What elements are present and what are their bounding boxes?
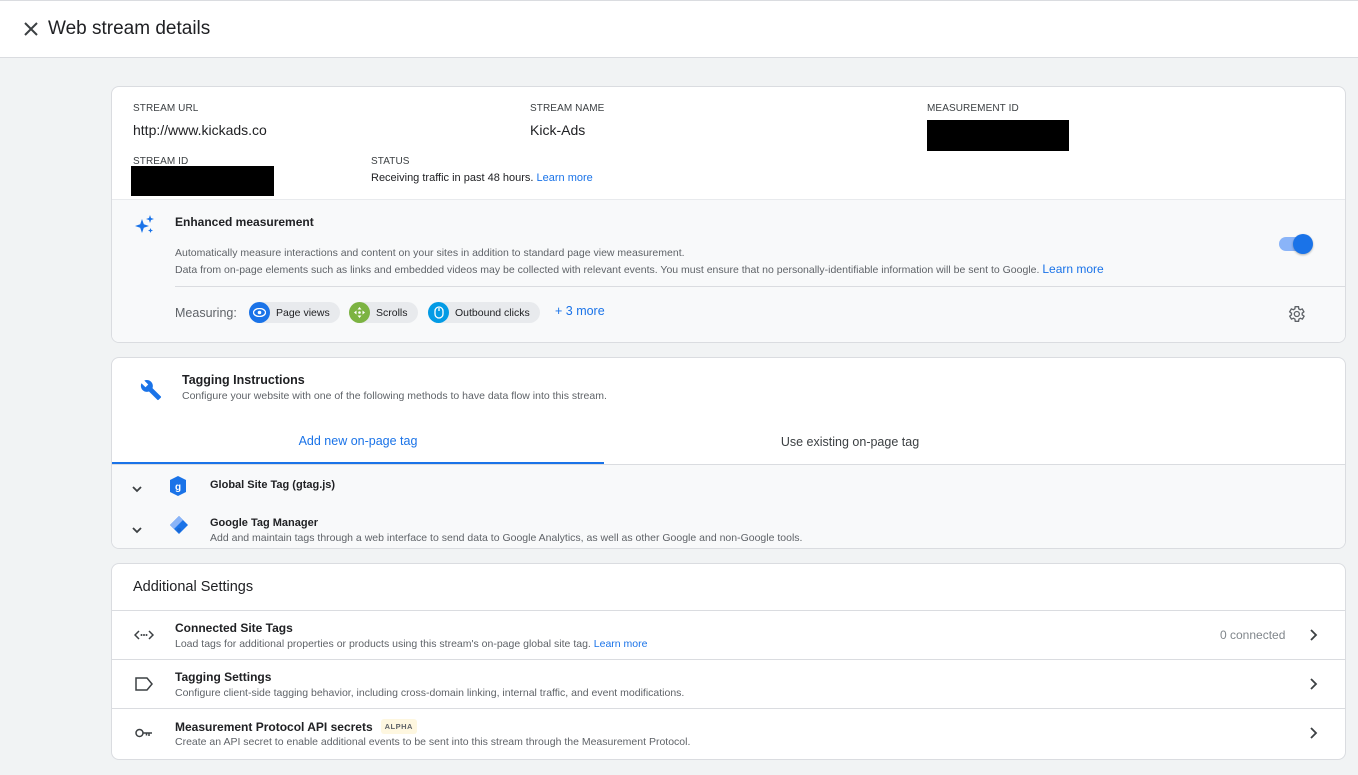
chevron-right-icon <box>1306 726 1320 740</box>
row-subtitle: Load tags for additional properties or p… <box>175 638 647 650</box>
enhanced-desc-line1: Automatically measure interactions and c… <box>175 247 685 259</box>
connected-tags-learn-more-link[interactable]: Learn more <box>594 638 648 650</box>
chip-label: Page views <box>276 306 330 319</box>
measurement-protocol-row[interactable]: Measurement Protocol API secrets ALPHA Cr… <box>112 708 1345 757</box>
enhanced-desc-line2: Data from on-page elements such as links… <box>175 264 1040 276</box>
key-icon <box>134 725 154 741</box>
eye-icon <box>249 302 270 323</box>
enhanced-measurement-toggle[interactable] <box>1279 234 1313 254</box>
tagging-title: Tagging Instructions <box>182 373 305 387</box>
svg-text:g: g <box>175 482 181 493</box>
status-learn-more-link[interactable]: Learn more <box>537 172 593 184</box>
scroll-icon <box>349 302 370 323</box>
stream-url-label: STREAM URL <box>133 103 199 114</box>
tagging-settings-row[interactable]: Tagging Settings Configure client-side t… <box>112 659 1345 708</box>
method-row-gtag[interactable]: g Global Site Tag (gtag.js) <box>112 465 1345 505</box>
row-subtitle: Configure client-side tagging behavior, … <box>175 687 685 699</box>
gear-icon[interactable] <box>1286 304 1306 324</box>
chevron-right-icon <box>1306 677 1320 691</box>
enhanced-measurement-title: Enhanced measurement <box>175 215 314 229</box>
close-icon[interactable] <box>20 18 42 40</box>
measuring-label: Measuring: <box>175 306 237 320</box>
tag-methods-list: g Global Site Tag (gtag.js) Google Tag M… <box>112 465 1345 548</box>
gtag-icon: g <box>169 476 187 496</box>
tag-manager-icon <box>169 515 189 535</box>
code-icon <box>133 627 155 643</box>
page-title: Web stream details <box>48 18 211 39</box>
connected-site-tags-row[interactable]: Connected Site Tags Load tags for additi… <box>112 610 1345 659</box>
chip-outbound-clicks[interactable]: Outbound clicks <box>428 302 540 323</box>
chip-label: Outbound clicks <box>455 306 530 319</box>
chevron-down-icon[interactable] <box>130 523 144 537</box>
additional-settings-card: Additional Settings Connected Site Tags … <box>111 563 1346 760</box>
additional-settings-title: Additional Settings <box>133 579 254 595</box>
chevron-right-icon <box>1306 628 1320 642</box>
row-title: Tagging Settings <box>175 670 272 684</box>
method-row-gtm[interactable]: Google Tag Manager Add and maintain tags… <box>112 505 1345 548</box>
stream-name-value: Kick-Ads <box>530 122 586 138</box>
chevron-down-icon[interactable] <box>130 482 144 496</box>
stream-id-redacted <box>131 166 274 196</box>
method-title: Global Site Tag (gtag.js) <box>210 479 336 491</box>
alpha-badge: ALPHA <box>380 719 417 734</box>
wrench-icon <box>140 379 162 401</box>
row-title: Measurement Protocol API secrets ALPHA <box>175 719 417 734</box>
row-subtitle-text: Load tags for additional properties or p… <box>175 638 591 650</box>
row-title: Connected Site Tags <box>175 621 293 635</box>
chip-label: Scrolls <box>376 306 408 319</box>
tagging-instructions-card: Tagging Instructions Configure your webs… <box>111 357 1346 549</box>
method-title: Google Tag Manager <box>210 517 318 529</box>
measurement-id-redacted <box>927 120 1069 151</box>
sparkle-icon <box>134 214 156 236</box>
status-text: Receiving traffic in past 48 hours. Lear… <box>371 172 593 184</box>
row-subtitle: Create an API secret to enable additiona… <box>175 736 691 748</box>
stream-details-card: STREAM URL http://www.kickads.co STREAM … <box>111 86 1346 343</box>
status-label: STATUS <box>371 156 410 167</box>
label-icon <box>134 676 154 692</box>
chip-page-views[interactable]: Page views <box>249 302 340 323</box>
divider <box>175 286 1345 287</box>
enhanced-learn-more-link[interactable]: Learn more <box>1042 262 1103 276</box>
more-link[interactable]: + 3 more <box>555 304 605 318</box>
status-value: Receiving traffic in past 48 hours. <box>371 172 534 184</box>
stream-name-label: STREAM NAME <box>530 103 605 114</box>
stream-url-value: http://www.kickads.co <box>133 122 267 138</box>
row-title-text: Measurement Protocol API secrets <box>175 720 373 734</box>
chip-scrolls[interactable]: Scrolls <box>349 302 418 323</box>
measurement-id-label: MEASUREMENT ID <box>927 103 1019 114</box>
tab-use-existing-on-page-tag[interactable]: Use existing on-page tag <box>604 420 1096 464</box>
enhanced-measurement-section: Enhanced measurement Automatically measu… <box>112 199 1345 342</box>
method-subtitle: Add and maintain tags through a web inte… <box>210 532 803 544</box>
tab-add-new-on-page-tag[interactable]: Add new on-page tag <box>112 420 604 464</box>
tagging-subtitle: Configure your website with one of the f… <box>182 390 607 402</box>
top-bar: Web stream details <box>0 0 1358 58</box>
toggle-knob <box>1293 234 1313 254</box>
connected-count: 0 connected <box>1220 628 1286 642</box>
enhanced-measurement-description: Automatically measure interactions and c… <box>175 245 1175 278</box>
mouse-icon <box>428 302 449 323</box>
